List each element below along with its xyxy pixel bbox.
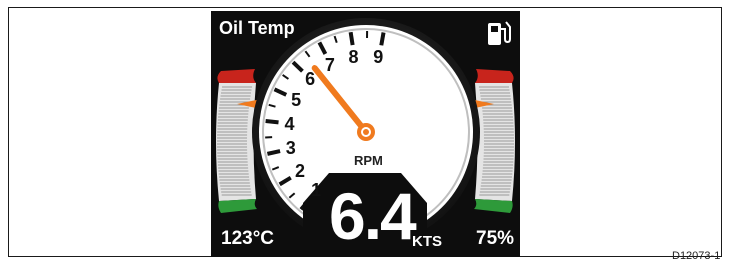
fuel-pump-icon xyxy=(486,17,512,52)
rpm-tick-label-2: 2 xyxy=(295,161,306,182)
oil-temp-value: 123°C xyxy=(221,228,275,249)
fuel-danger-band xyxy=(475,69,514,83)
rpm-tick-label-3: 3 xyxy=(285,138,296,159)
rpm-tick-label-5: 5 xyxy=(291,89,302,110)
rpm-tick-label-1: 1 xyxy=(311,180,322,201)
rpm-tick-label-7: 7 xyxy=(324,54,335,75)
rpm-major-tick xyxy=(266,149,281,156)
rpm-tick-label-8: 8 xyxy=(348,46,359,67)
rpm-tick-label-6: 6 xyxy=(305,69,316,90)
rpm-tick-label-9: 9 xyxy=(373,47,384,68)
fuel-level-value: 75% xyxy=(476,228,515,249)
rpm-major-tick xyxy=(379,32,386,46)
rpm-tick-label-4: 4 xyxy=(284,113,295,134)
speed-value: 6.4 xyxy=(329,179,417,253)
rpm-major-tick xyxy=(265,119,279,125)
rpm-label: RPM xyxy=(354,153,383,168)
oil-temp-danger-band xyxy=(217,69,256,83)
figure-id: D12073-1 xyxy=(672,250,721,262)
instrument-display: Oil Temp 1 2 3 4 5 6 7 8 9 RPM 6.4 KTS 1… xyxy=(211,11,520,257)
gauge-title: Oil Temp xyxy=(219,18,295,38)
rpm-major-tick xyxy=(348,31,355,46)
speed-unit: KTS xyxy=(412,233,442,250)
